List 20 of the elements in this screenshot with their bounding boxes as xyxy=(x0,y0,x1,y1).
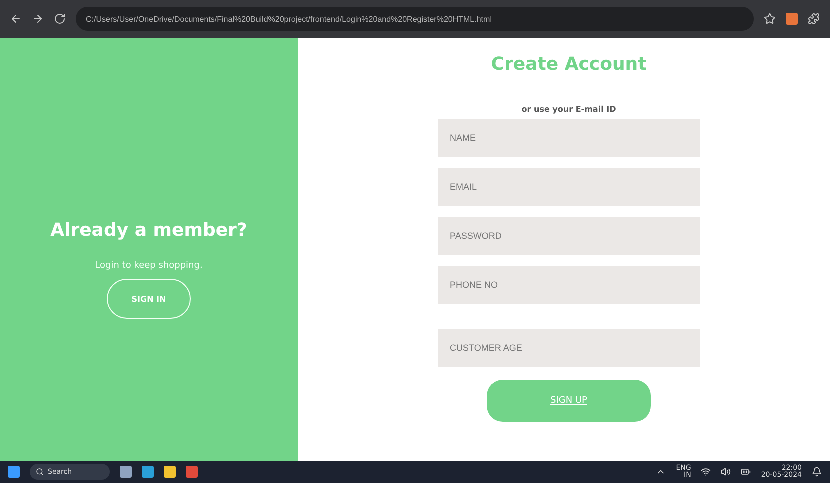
input-field[interactable]: NAME xyxy=(438,119,700,157)
input-field[interactable]: PHONE NO xyxy=(438,266,700,304)
input-field[interactable]: PASSWORD xyxy=(438,217,700,255)
wifi-icon[interactable] xyxy=(701,467,712,477)
panel-subtitle: Login to keep shopping. xyxy=(95,261,203,271)
address-bar[interactable]: C:/Users/User/OneDrive/Documents/Final%20Build%20project/frontend/Login%20and%20Register%20HTML.html xyxy=(76,7,754,31)
puzzle-icon[interactable] xyxy=(808,13,820,25)
input-field[interactable]: CUSTOMER AGE xyxy=(438,329,700,367)
panel-heading: Already a member? xyxy=(50,220,248,241)
volume-icon[interactable] xyxy=(721,467,732,477)
battery-icon[interactable] xyxy=(741,467,752,477)
input-field[interactable]: EMAIL xyxy=(438,168,700,206)
form-hint: or use your E-mail ID xyxy=(522,105,616,114)
search-icon xyxy=(36,468,44,476)
bell-icon[interactable] xyxy=(812,467,822,477)
reload-icon[interactable] xyxy=(54,13,66,25)
star-icon[interactable] xyxy=(764,13,776,25)
back-icon[interactable] xyxy=(10,13,22,25)
form-title: Create Account xyxy=(491,54,647,75)
forward-icon[interactable] xyxy=(32,13,44,25)
